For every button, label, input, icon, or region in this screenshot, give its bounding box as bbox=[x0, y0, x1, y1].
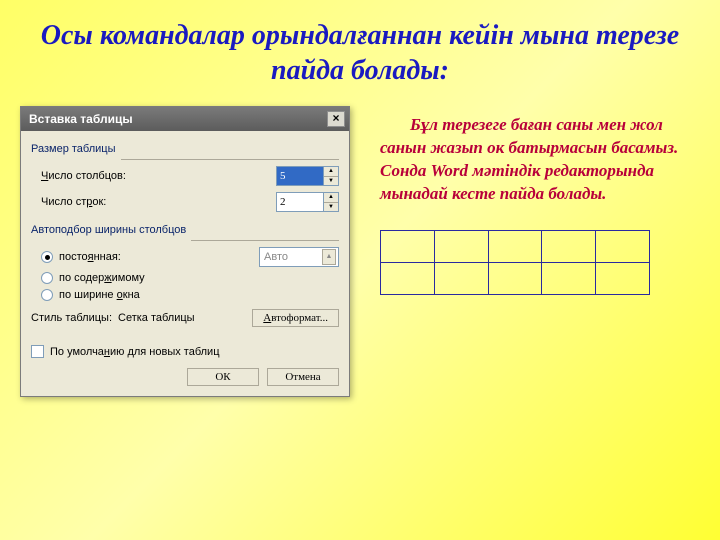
spin-down-icon[interactable]: ▼ bbox=[324, 203, 338, 212]
by-window-radio-row: по ширине окна bbox=[41, 289, 339, 301]
spin-up-icon[interactable]: ▲ bbox=[324, 167, 338, 177]
ok-button[interactable]: ОК bbox=[187, 368, 259, 386]
columns-spinner[interactable]: ▲ ▼ bbox=[324, 166, 339, 186]
default-checkbox[interactable] bbox=[31, 345, 44, 358]
spin-down-icon[interactable]: ▼ bbox=[324, 177, 338, 186]
dialog-titlebar[interactable]: Вставка таблицы × bbox=[21, 107, 349, 131]
by-window-label: по ширине окна bbox=[59, 289, 339, 301]
by-window-radio[interactable] bbox=[41, 289, 53, 301]
close-icon[interactable]: × bbox=[327, 111, 345, 127]
table-style-row: Стиль таблицы: Сетка таблицы Автоформат.… bbox=[31, 309, 339, 327]
dialog-body: Размер таблицы Число столбцов: ▲ ▼ Число… bbox=[21, 131, 349, 396]
content-area: Вставка таблицы × Размер таблицы Число с… bbox=[0, 106, 720, 397]
columns-row: Число столбцов: ▲ ▼ bbox=[41, 166, 339, 186]
by-content-radio[interactable] bbox=[41, 272, 53, 284]
fixed-width-value: Авто bbox=[264, 251, 322, 263]
default-check-label: По умолчанию для новых таблиц bbox=[50, 346, 220, 358]
dialog-title: Вставка таблицы bbox=[29, 112, 133, 126]
right-column: Бұл терезеге баған саны мен жол санын жа… bbox=[380, 106, 700, 295]
spin-up-icon[interactable]: ▲ bbox=[322, 249, 336, 265]
style-value: Сетка таблицы bbox=[118, 312, 246, 324]
style-label: Стиль таблицы: bbox=[31, 312, 112, 324]
default-check-row: По умолчанию для новых таблиц bbox=[31, 345, 339, 358]
fixed-width-label: постоянная: bbox=[59, 251, 253, 263]
fixed-width-radio-row: постоянная: Авто ▲ bbox=[41, 247, 339, 267]
autofit-group-label: Автоподбор ширины столбцов bbox=[31, 224, 339, 236]
fixed-width-combo[interactable]: Авто ▲ bbox=[259, 247, 339, 267]
spin-up-icon[interactable]: ▲ bbox=[324, 193, 338, 203]
by-content-radio-row: по содержимому bbox=[41, 272, 339, 284]
rows-input[interactable] bbox=[276, 192, 324, 212]
slide-title: Осы командалар орындалғаннан кейін мына … bbox=[0, 0, 720, 98]
columns-label: Число столбцов: bbox=[41, 170, 276, 182]
insert-table-dialog: Вставка таблицы × Размер таблицы Число с… bbox=[20, 106, 350, 397]
rows-label: Число строк: bbox=[41, 196, 276, 208]
divider bbox=[191, 240, 339, 241]
sample-table bbox=[380, 230, 650, 295]
dialog-button-bar: ОК Отмена bbox=[31, 368, 339, 386]
size-group-label: Размер таблицы bbox=[31, 143, 339, 155]
autoformat-button[interactable]: Автоформат... bbox=[252, 309, 339, 327]
rows-row: Число строк: ▲ ▼ bbox=[41, 192, 339, 212]
by-content-label: по содержимому bbox=[59, 272, 339, 284]
description-text: Бұл терезеге баған саны мен жол санын жа… bbox=[380, 114, 700, 206]
table-row bbox=[381, 262, 650, 294]
rows-spinner[interactable]: ▲ ▼ bbox=[324, 192, 339, 212]
fixed-width-radio[interactable] bbox=[41, 251, 53, 263]
table-row bbox=[381, 230, 650, 262]
columns-input[interactable] bbox=[276, 166, 324, 186]
divider bbox=[121, 159, 339, 160]
cancel-button[interactable]: Отмена bbox=[267, 368, 339, 386]
